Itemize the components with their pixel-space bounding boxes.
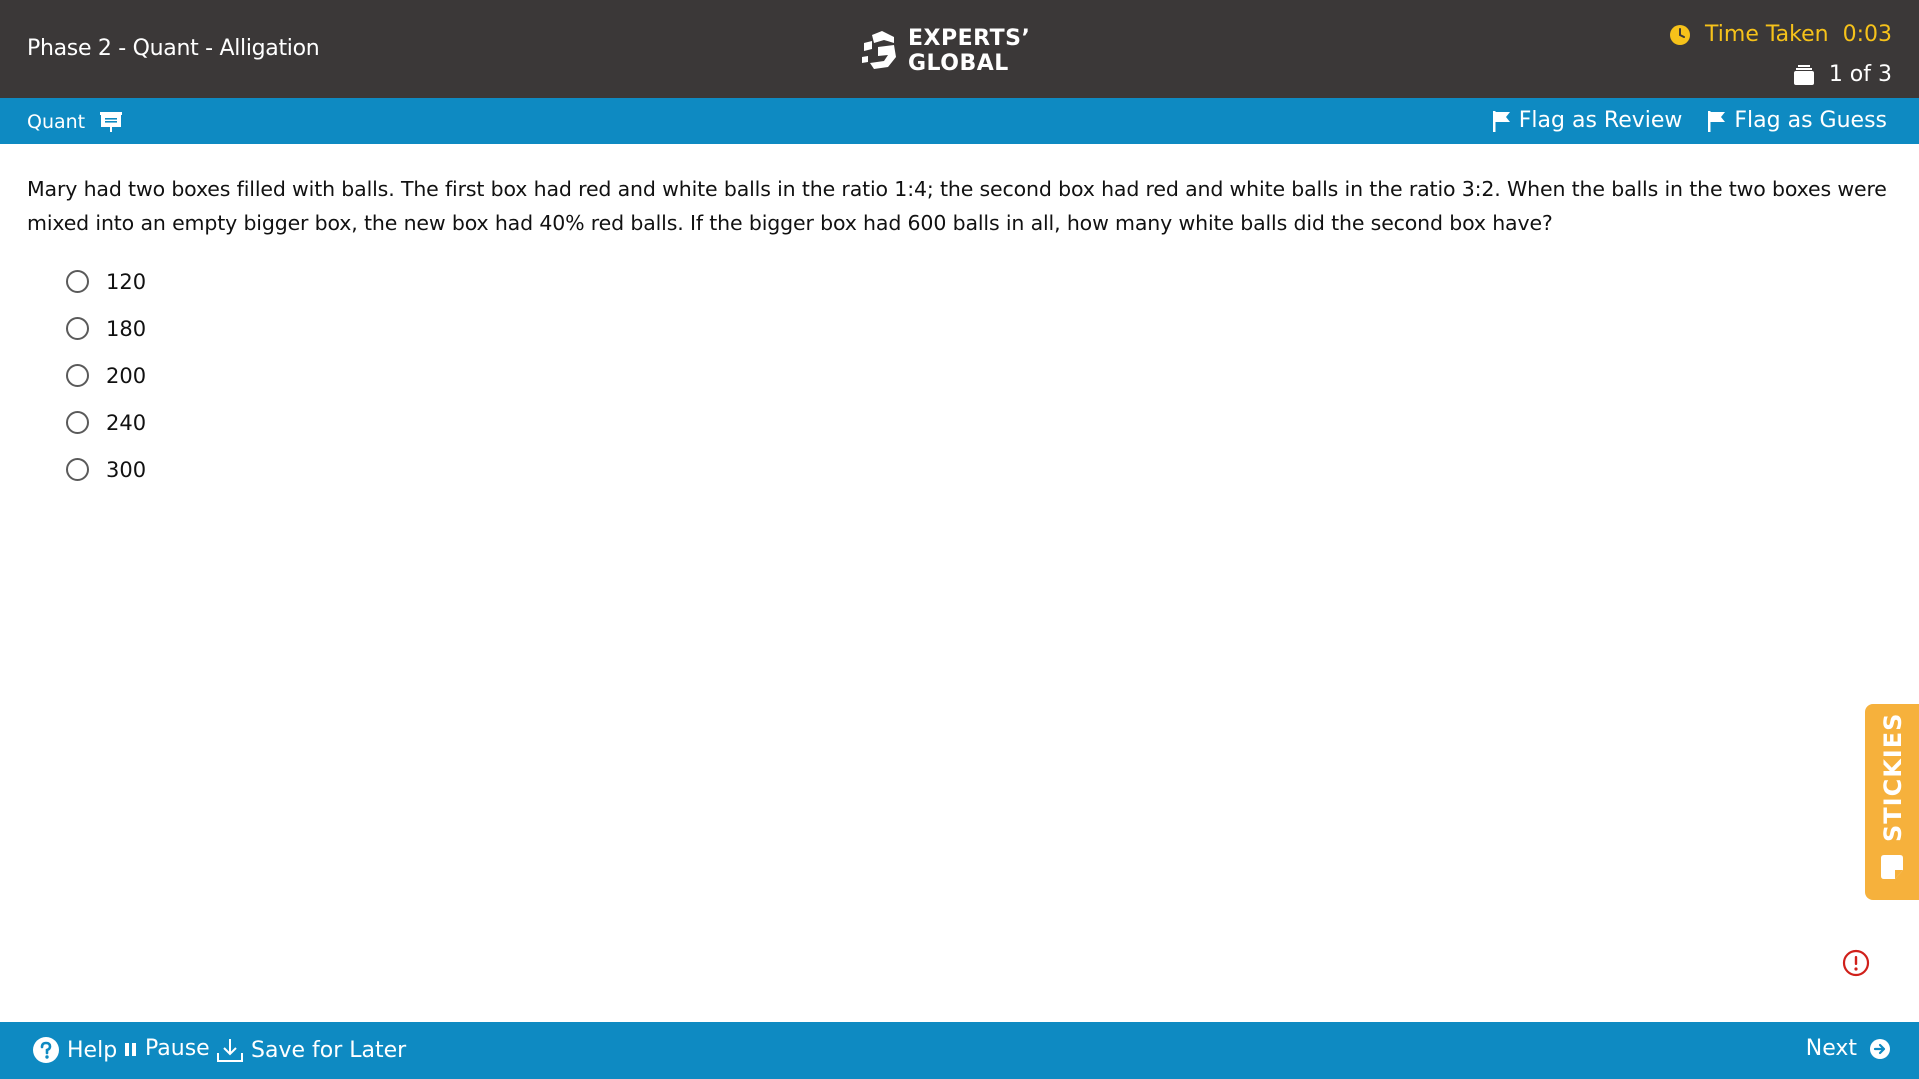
pause-button[interactable]: Pause [124, 1036, 210, 1061]
question-counter: 1 of 3 [1793, 62, 1892, 87]
bottom-bar: Help Pause Save for Later Next [0, 1022, 1919, 1079]
top-header: Phase 2 - Quant - Alligation EXPERTS’ GL… [0, 0, 1919, 98]
question-counter-text: 1 of 3 [1828, 62, 1892, 87]
report-issue-icon[interactable] [1842, 949, 1870, 977]
stickies-label: STICKIES [1879, 712, 1907, 842]
page-title: Phase 2 - Quant - Alligation [27, 36, 320, 61]
answer-option[interactable]: 240 [66, 399, 146, 446]
section-name: Quant [27, 111, 86, 133]
flag-as-guess-button[interactable]: Flag as Guess [1708, 108, 1887, 133]
answer-option[interactable]: 200 [66, 352, 146, 399]
question-text: Mary had two boxes filled with balls. Th… [27, 177, 1887, 235]
clock-icon [1670, 24, 1691, 45]
presentation-board-icon [100, 112, 123, 132]
answer-option-label: 120 [106, 269, 147, 294]
logo-text-line2: GLOBAL [908, 51, 1009, 76]
time-label: Time Taken [1705, 22, 1829, 47]
experts-global-logo: EXPERTS’ GLOBAL [860, 26, 1030, 76]
next-label: Next [1805, 1036, 1857, 1061]
flag-controls: Flag as Review Flag as Guess [1467, 108, 1887, 133]
pause-icon [125, 1042, 136, 1056]
section-bar: Quant Flag as Review Flag as Guess [0, 98, 1919, 144]
flag-as-review-button[interactable]: Flag as Review [1492, 108, 1683, 133]
flag-icon [1492, 110, 1510, 132]
flag-as-review-label: Flag as Review [1518, 108, 1683, 133]
answer-option-label: 200 [106, 363, 147, 388]
help-icon [33, 1037, 59, 1063]
answer-option-label: 300 [106, 457, 147, 482]
answer-option[interactable]: 180 [66, 305, 146, 352]
radio-button[interactable] [66, 270, 89, 293]
sticky-note-icon [1881, 855, 1903, 879]
arrow-right-circle-icon [1870, 1038, 1890, 1059]
time-taken: Time Taken 0:03 [1669, 22, 1892, 47]
download-icon [217, 1039, 243, 1062]
radio-button[interactable] [66, 411, 89, 434]
stickies-tab[interactable]: STICKIES [1865, 704, 1919, 900]
flag-icon [1708, 110, 1726, 132]
radio-button[interactable] [66, 458, 89, 481]
next-button[interactable]: Next [1806, 1036, 1891, 1061]
save-for-later-button[interactable]: Save for Later [216, 1036, 406, 1064]
section-indicator: Quant [27, 110, 123, 134]
answer-option-label: 240 [106, 410, 147, 435]
radio-button[interactable] [66, 317, 89, 340]
save-for-later-label: Save for Later [251, 1037, 407, 1063]
time-value: 0:03 [1842, 22, 1892, 47]
help-label: Help [67, 1037, 118, 1063]
question-stack-icon [1793, 64, 1814, 85]
pause-label: Pause [145, 1036, 210, 1061]
flag-as-guess-label: Flag as Guess [1734, 108, 1887, 133]
logo-mark-icon [862, 31, 896, 69]
radio-button[interactable] [66, 364, 89, 387]
answer-options: 120 180 200 240 300 [66, 258, 146, 493]
help-button[interactable]: Help [32, 1036, 117, 1064]
answer-option[interactable]: 120 [66, 258, 146, 305]
answer-option-label: 180 [106, 316, 147, 341]
answer-option[interactable]: 300 [66, 446, 146, 493]
logo-text-line1: EXPERTS’ [908, 26, 1031, 51]
